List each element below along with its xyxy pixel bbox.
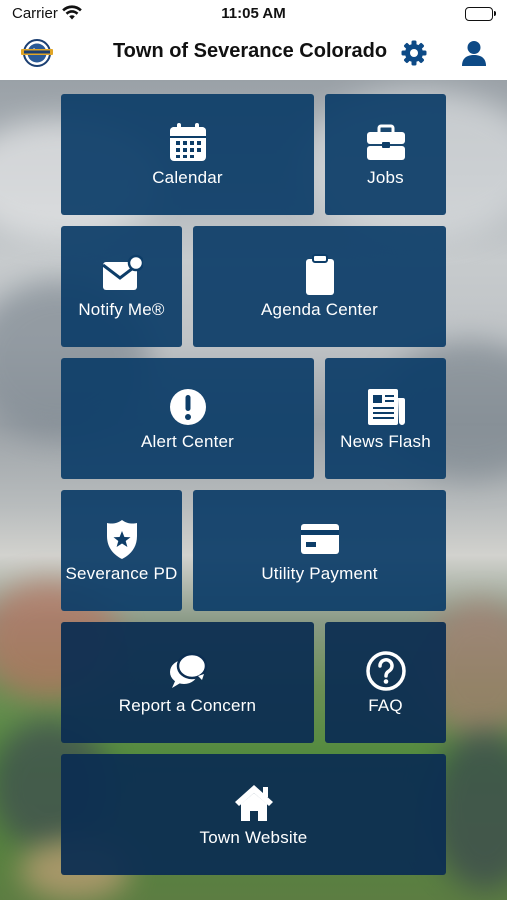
tile-label: Calendar	[152, 167, 223, 187]
tile-label: Town Website	[199, 827, 308, 847]
user-icon[interactable]	[460, 39, 488, 67]
tile-label: Utility Payment	[261, 563, 378, 583]
police-badge-icon	[101, 518, 143, 560]
tile-label: FAQ	[368, 695, 403, 715]
tile-label: Jobs	[367, 167, 404, 187]
tile-utility-payment[interactable]: Utility Payment	[193, 490, 446, 611]
briefcase-icon	[365, 122, 407, 164]
mail-notification-icon	[101, 254, 143, 296]
battery-icon	[465, 7, 496, 21]
tile-report-a-concern[interactable]: Report a Concern	[61, 622, 314, 743]
status-bar: Carrier 11:05 AM	[0, 0, 507, 28]
tile-label: Report a Concern	[118, 695, 257, 715]
tile-severance-pd[interactable]: Severance PD	[61, 490, 182, 611]
tile-faq[interactable]: FAQ	[325, 622, 446, 743]
tile-alert-center[interactable]: Alert Center	[61, 358, 314, 479]
tile-agenda-center[interactable]: Agenda Center	[193, 226, 446, 347]
clock: 11:05 AM	[221, 5, 286, 22]
credit-card-icon	[299, 518, 341, 560]
chat-bubbles-icon	[167, 650, 209, 692]
alert-icon	[167, 386, 209, 428]
clipboard-icon	[299, 253, 341, 296]
tile-label: Agenda Center	[261, 299, 378, 319]
tile-calendar[interactable]: Calendar	[61, 94, 314, 215]
tile-town-website[interactable]: Town Website	[61, 754, 446, 875]
nav-bar: Town of Severance Colorado	[0, 28, 507, 80]
tile-notify-me[interactable]: Notify Me®	[61, 226, 182, 347]
question-icon	[365, 650, 407, 692]
page-title: Town of Severance Colorado	[112, 40, 388, 62]
town-seal-logo[interactable]	[20, 38, 54, 68]
tile-label: Severance PD	[65, 563, 178, 583]
calendar-icon	[167, 122, 209, 164]
home-icon	[233, 782, 275, 824]
tile-label: Notify Me®	[78, 299, 165, 319]
tile-news-flash[interactable]: News Flash	[325, 358, 446, 479]
tile-label: Alert Center	[140, 431, 235, 451]
newspaper-icon	[365, 386, 407, 428]
tile-label: News Flash	[340, 431, 431, 451]
tile-jobs[interactable]: Jobs	[325, 94, 446, 215]
gear-icon[interactable]	[400, 39, 428, 67]
